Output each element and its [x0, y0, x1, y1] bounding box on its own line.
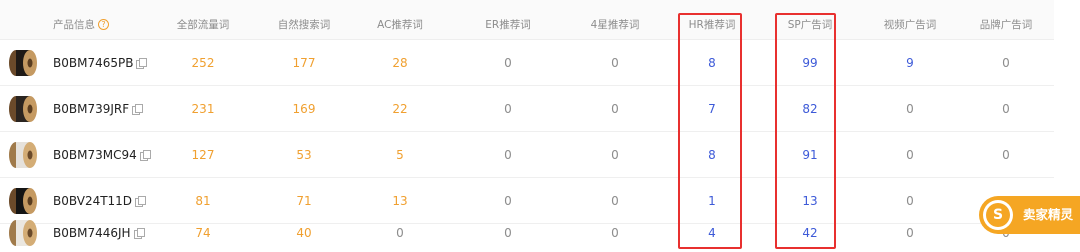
cell-brand-ad: 0	[1002, 148, 1010, 162]
cell-ac-recommended[interactable]: 28	[392, 40, 407, 86]
cell-all-traffic[interactable]: 231	[192, 86, 215, 132]
header-4star-recommended-words[interactable]: 4星推荐词	[591, 0, 640, 40]
cell-ac-recommended[interactable]: 22	[392, 86, 407, 132]
asin-text[interactable]: B0BM7465PB	[53, 56, 133, 70]
header-ac-recommended-words[interactable]: AC推荐词	[377, 0, 423, 40]
copy-icon[interactable]	[132, 104, 144, 115]
cell-video-ad[interactable]: 9	[906, 40, 914, 86]
cell-video-ad: 0	[906, 102, 914, 116]
cell-organic-search[interactable]: 53	[296, 132, 311, 178]
product-thumbnail[interactable]	[7, 140, 39, 170]
header-all-traffic-words[interactable]: 全部流量词	[177, 0, 230, 40]
cell-video-ad: 0	[906, 148, 914, 162]
product-thumbnail[interactable]	[7, 94, 39, 124]
asin-label: B0BM73MC94	[53, 132, 151, 178]
asin-label: B0BM7446JH	[53, 210, 145, 252]
product-thumbnail[interactable]	[7, 218, 39, 248]
asin-label: B0BM739JRF	[53, 86, 144, 132]
header-er-recommended-words[interactable]: ER推荐词	[485, 0, 530, 40]
cell-brand-ad: 0	[1002, 102, 1010, 116]
seller-sprite-name: 卖家精灵	[1023, 207, 1074, 222]
cell-all-traffic[interactable]: 127	[192, 132, 215, 178]
table-row: B0BM7465PB 252 177 28 0 0 8 99 9 0	[0, 40, 1054, 86]
seller-sprite-badge[interactable]: S 卖家精灵	[979, 196, 1080, 234]
asin-label: B0BM7465PB	[53, 40, 148, 86]
sp-column-highlight	[775, 13, 836, 249]
cell-er-recommended: 0	[504, 102, 512, 116]
table-header: 产品信息? 全部流量词 自然搜索词 AC推荐词 ER推荐词 4星推荐词 HR推荐…	[0, 0, 1054, 40]
cell-er-recommended: 0	[504, 56, 512, 70]
table-row: B0BM739JRF 231 169 22 0 0 7 82 0 0	[0, 86, 1054, 132]
cell-brand-ad: 0	[1002, 56, 1010, 70]
cell-4star-recommended: 0	[611, 226, 619, 240]
table-row: B0BM73MC94 127 53 5 0 0 8 91 0 0	[0, 132, 1054, 178]
cell-er-recommended: 0	[504, 226, 512, 240]
cell-all-traffic[interactable]: 74	[195, 210, 210, 252]
cell-er-recommended: 0	[504, 148, 512, 162]
header-product-info-label: 产品信息	[53, 19, 95, 31]
copy-icon[interactable]	[135, 196, 147, 207]
copy-icon[interactable]	[139, 150, 151, 161]
cell-organic-search[interactable]: 177	[293, 40, 316, 86]
cell-organic-search[interactable]: 169	[293, 86, 316, 132]
asin-text[interactable]: B0BM7446JH	[53, 226, 131, 240]
header-organic-search-words[interactable]: 自然搜索词	[278, 0, 331, 40]
hr-column-highlight	[678, 13, 742, 249]
header-product-info: 产品信息?	[53, 0, 109, 40]
header-brand-ad-words[interactable]: 品牌广告词	[980, 0, 1033, 40]
cell-video-ad: 0	[906, 226, 914, 240]
cell-4star-recommended: 0	[611, 148, 619, 162]
table-row: B0BM7446JH 74 40 0 0 0 4 42 0 0	[0, 210, 1054, 252]
seller-sprite-logo-glyph: S	[986, 203, 1010, 227]
cell-4star-recommended: 0	[611, 102, 619, 116]
header-video-ad-words[interactable]: 视频广告词	[884, 0, 937, 40]
seller-sprite-logo-icon: S	[983, 200, 1013, 230]
product-thumbnail[interactable]	[7, 48, 39, 78]
copy-icon[interactable]	[136, 58, 148, 69]
asin-text[interactable]: B0BM73MC94	[53, 148, 137, 162]
copy-icon[interactable]	[133, 228, 145, 239]
cell-ac-recommended: 0	[396, 226, 404, 240]
cell-organic-search[interactable]: 40	[296, 210, 311, 252]
help-icon[interactable]: ?	[98, 19, 109, 30]
cell-all-traffic[interactable]: 252	[192, 40, 215, 86]
cell-4star-recommended: 0	[611, 56, 619, 70]
asin-text[interactable]: B0BV24T11D	[53, 194, 132, 208]
cell-ac-recommended[interactable]: 5	[396, 132, 404, 178]
asin-text[interactable]: B0BM739JRF	[53, 102, 129, 116]
